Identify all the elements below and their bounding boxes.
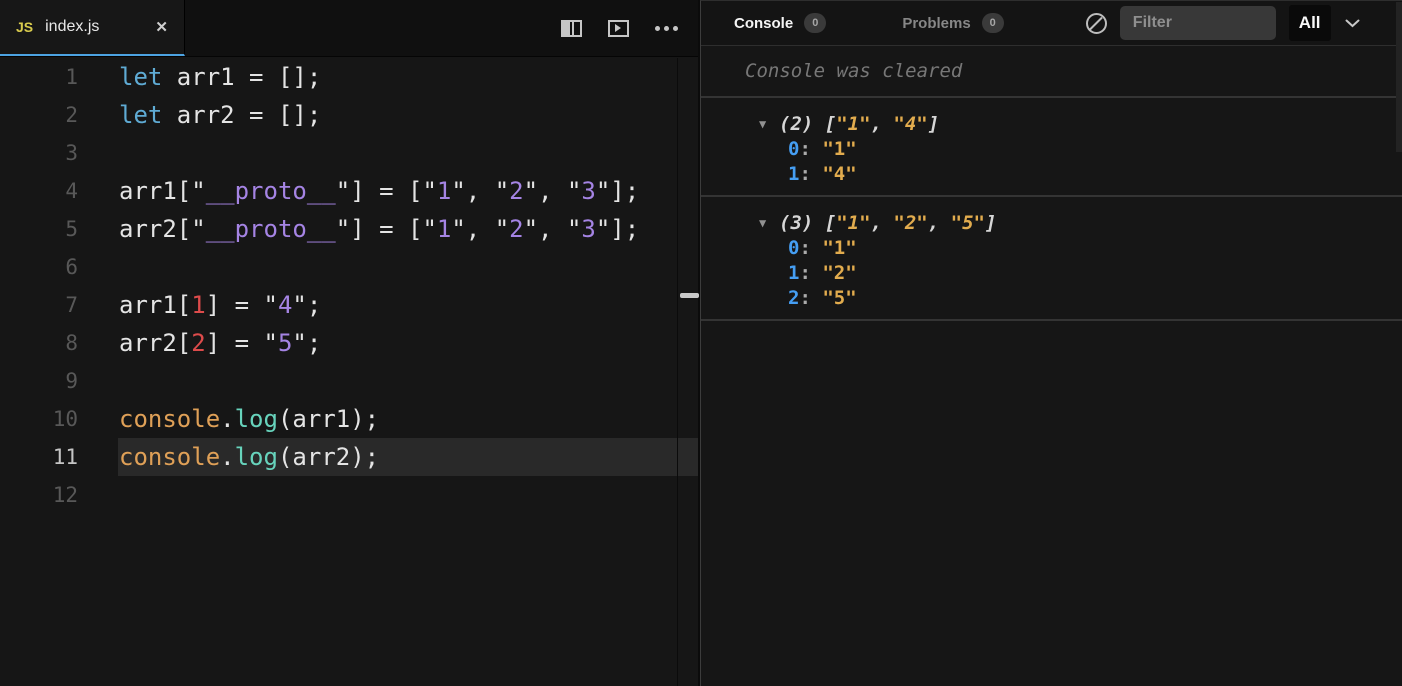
code-editor[interactable]: 1let arr1 = [];2let arr2 = [];34arr1["__… xyxy=(0,58,698,686)
line-number: 11 xyxy=(0,445,78,469)
more-actions-icon[interactable] xyxy=(655,26,678,31)
code-line[interactable]: 12 xyxy=(0,476,698,514)
filter-field xyxy=(1120,6,1276,40)
open-preview-icon[interactable] xyxy=(608,20,629,37)
javascript-file-icon: JS xyxy=(16,19,33,35)
line-number: 7 xyxy=(0,293,78,317)
editor-scrollbar-border xyxy=(677,58,678,686)
log-child-row: 0: "1" xyxy=(701,235,1402,260)
console-pane: Console 0 Problems 0 All Console was cle… xyxy=(700,0,1402,686)
log-child-row: 1: "4" xyxy=(701,161,1402,186)
editor-pane: JS index.js ✕ 1let arr1 = [];2let arr2 =… xyxy=(0,0,700,686)
line-number: 12 xyxy=(0,483,78,507)
code-line[interactable]: 4arr1["__proto__"] = ["1", "2", "3"]; xyxy=(0,172,698,210)
log-level-select[interactable]: All xyxy=(1289,5,1331,41)
line-number: 2 xyxy=(0,103,78,127)
code-line[interactable]: 2let arr2 = []; xyxy=(0,96,698,134)
expand-arrow-icon[interactable]: ▼ xyxy=(759,216,779,230)
code-line[interactable]: 10console.log(arr1); xyxy=(0,400,698,438)
console-log-entry: ▼(3) ["1", "2", "5"]0: "1"1: "2"2: "5" xyxy=(701,197,1402,321)
code-text: let arr1 = []; xyxy=(78,63,321,91)
log-level-label: All xyxy=(1299,13,1321,33)
code-line[interactable]: 11console.log(arr2); xyxy=(0,438,698,476)
code-text: arr1["__proto__"] = ["1", "2", "3"]; xyxy=(78,177,639,205)
code-line[interactable]: 5arr2["__proto__"] = ["1", "2", "3"]; xyxy=(0,210,698,248)
line-number: 3 xyxy=(0,141,78,165)
console-tab-label: Console xyxy=(734,15,793,32)
console-header: Console 0 Problems 0 All xyxy=(701,1,1402,46)
code-text: console.log(arr2); xyxy=(78,443,379,471)
log-child-row: 1: "2" xyxy=(701,260,1402,285)
code-line[interactable]: 7arr1[1] = "4"; xyxy=(0,286,698,324)
code-text: console.log(arr1); xyxy=(78,405,379,433)
scrollbar-marker[interactable] xyxy=(680,293,699,298)
code-line[interactable]: 6 xyxy=(0,248,698,286)
line-number: 8 xyxy=(0,331,78,355)
split-editor-icon[interactable] xyxy=(561,20,582,37)
log-child-row: 0: "1" xyxy=(701,136,1402,161)
line-number: 9 xyxy=(0,369,78,393)
log-preview-row[interactable]: ▼(3) ["1", "2", "5"] xyxy=(701,210,1402,235)
editor-actions xyxy=(537,0,698,56)
tab-problems[interactable]: Problems 0 xyxy=(902,13,1003,33)
tab-title: index.js xyxy=(45,18,99,36)
console-cleared-message: Console was cleared xyxy=(701,46,1402,98)
line-number: 10 xyxy=(0,407,78,431)
line-number: 1 xyxy=(0,65,78,89)
code-text: let arr2 = []; xyxy=(78,101,321,129)
filter-input[interactable] xyxy=(1133,14,1263,32)
cleared-text: Console was cleared xyxy=(745,60,962,82)
code-text: arr1[1] = "4"; xyxy=(78,291,321,319)
log-child-row: 2: "5" xyxy=(701,285,1402,310)
editor-tab-bar: JS index.js ✕ xyxy=(0,0,698,57)
app-window: JS index.js ✕ 1let arr1 = [];2let arr2 =… xyxy=(0,0,1402,686)
tab-index-js[interactable]: JS index.js ✕ xyxy=(0,0,185,56)
console-output: Console was cleared ▼(2) ["1", "4"]0: "1… xyxy=(701,46,1402,321)
problems-count-badge: 0 xyxy=(982,13,1004,33)
code-line[interactable]: 3 xyxy=(0,134,698,172)
tab-console[interactable]: Console 0 xyxy=(734,13,826,33)
console-log-entry: ▼(2) ["1", "4"]0: "1"1: "4" xyxy=(701,98,1402,197)
console-count-badge: 0 xyxy=(804,13,826,33)
log-preview-row[interactable]: ▼(2) ["1", "4"] xyxy=(701,111,1402,136)
line-number: 4 xyxy=(0,179,78,203)
chevron-down-icon[interactable] xyxy=(1345,19,1360,28)
problems-tab-label: Problems xyxy=(902,15,970,32)
line-number: 6 xyxy=(0,255,78,279)
expand-arrow-icon[interactable]: ▼ xyxy=(759,117,779,131)
clear-console-icon[interactable] xyxy=(1086,13,1107,34)
console-scrollbar[interactable] xyxy=(1396,2,1402,152)
code-line[interactable]: 9 xyxy=(0,362,698,400)
code-line[interactable]: 8arr2[2] = "5"; xyxy=(0,324,698,362)
line-number: 5 xyxy=(0,217,78,241)
code-text: arr2[2] = "5"; xyxy=(78,329,321,357)
close-tab-icon[interactable]: ✕ xyxy=(155,18,168,36)
code-text: arr2["__proto__"] = ["1", "2", "3"]; xyxy=(78,215,639,243)
code-line[interactable]: 1let arr1 = []; xyxy=(0,58,698,96)
